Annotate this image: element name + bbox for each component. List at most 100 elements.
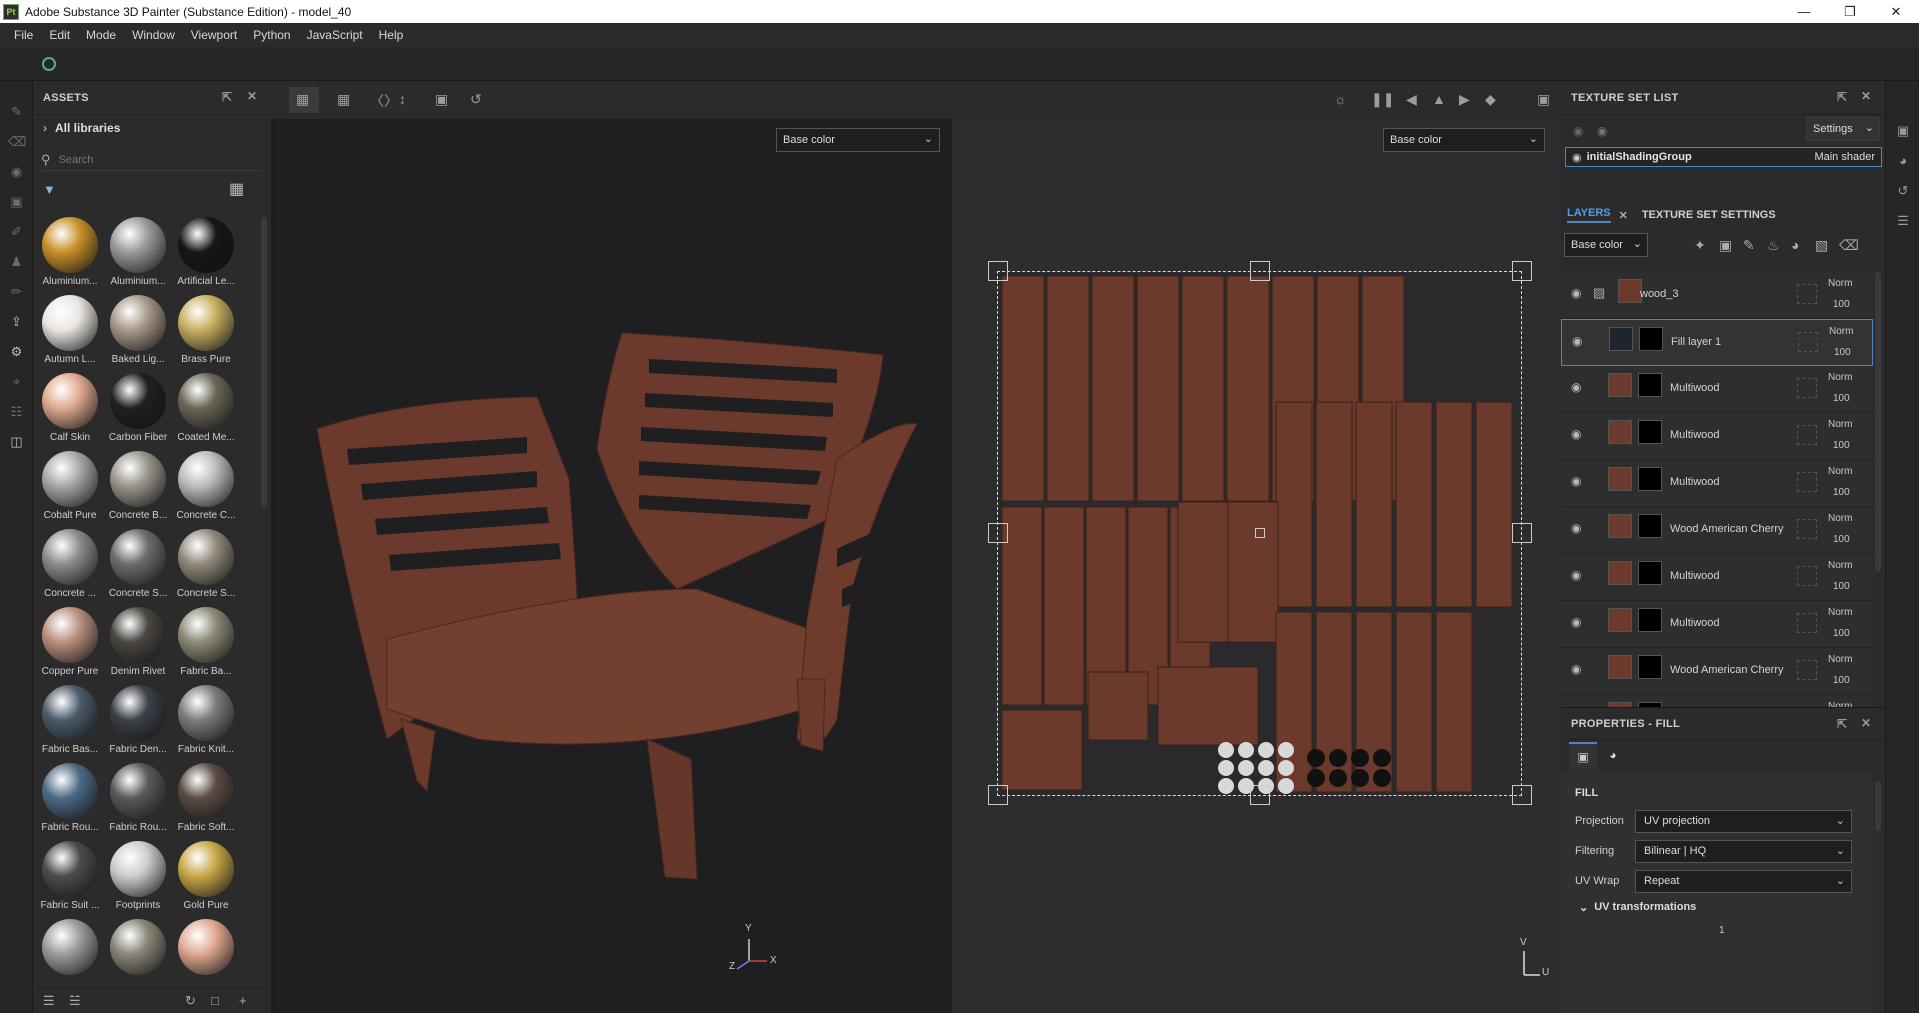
material-thumbnail[interactable]: Aluminium... [106, 217, 170, 293]
opacity-value[interactable]: 100 [1833, 299, 1850, 310]
blend-mode-select[interactable]: Norm [1828, 372, 1852, 383]
list-view-icon[interactable]: ☰ [43, 993, 55, 1009]
frame-icon[interactable]: ▣ [435, 91, 448, 108]
material-thumbnail[interactable]: Fabric Knit... [174, 685, 238, 761]
menu-file[interactable]: File [6, 28, 41, 42]
add-effect-icon[interactable]: ✦ [1694, 237, 1706, 254]
camera-video-icon[interactable]: ▶ [1459, 91, 1470, 108]
shader-name[interactable]: Main shader [1814, 151, 1875, 163]
assets-scrollbar[interactable] [261, 217, 267, 507]
material-thumbnail[interactable]: Concrete C... [174, 451, 238, 527]
add-folder-icon[interactable]: ▧ [1815, 237, 1828, 254]
mask-thumbnail[interactable] [1638, 561, 1662, 585]
blend-mode-select[interactable]: Norm [1829, 326, 1853, 337]
layer-row[interactable]: ◉ Wood American Cherry Norm 100 [1561, 507, 1873, 554]
layer-row[interactable]: ◉ Multiwood Norm 100 [1561, 413, 1873, 460]
tsl-settings-button[interactable]: Settings ⌄ [1806, 117, 1880, 141]
visibility-icon[interactable]: ◉ [1597, 124, 1607, 138]
opacity-value[interactable]: 100 [1833, 487, 1850, 498]
menu-javascript[interactable]: JavaScript [299, 28, 371, 42]
material-thumbnail[interactable]: Calf Skin [38, 373, 102, 449]
history-icon[interactable]: ↺ [1895, 183, 1911, 199]
grid-mode-icon[interactable]: ▦ [337, 91, 350, 108]
opacity-value[interactable]: 100 [1834, 347, 1851, 358]
menu-help[interactable]: Help [371, 28, 412, 42]
material-thumbnail[interactable] [174, 919, 238, 977]
eye-icon[interactable]: ◉ [1571, 286, 1581, 300]
mirror-y-icon[interactable]: ↕ [399, 91, 406, 107]
layer-row[interactable]: ◉ Multiwood Norm 100 [1561, 554, 1873, 601]
scale-value[interactable]: 1 [1719, 925, 1725, 936]
material-thumbnail[interactable]: Aluminium... [38, 217, 102, 293]
layer-row[interactable]: ◉ Multiwood Norm 100 [1561, 460, 1873, 507]
material-thumbnail[interactable]: Concrete ... [38, 529, 102, 605]
eye-icon[interactable]: ◉ [1572, 151, 1582, 164]
transform-center[interactable] [1255, 528, 1265, 538]
material-thumbnail[interactable]: Copper Pure [38, 607, 102, 683]
projection-icon[interactable]: ◉ [8, 163, 25, 180]
blend-mode-select[interactable]: Norm [1828, 513, 1852, 524]
cube-icon[interactable]: ▲ [1432, 91, 1446, 107]
blend-mode-select[interactable]: Norm [1828, 654, 1852, 665]
eye-icon[interactable]: ◉ [1571, 615, 1581, 629]
tab-layers[interactable]: LAYERS [1567, 207, 1611, 223]
geometry-mask-icon[interactable]: ▣ [8, 193, 25, 210]
delete-layer-icon[interactable]: ⌫ [1839, 237, 1859, 254]
layer-channel-select[interactable]: Base color ⌄ [1564, 233, 1648, 257]
material-thumbnail[interactable]: Cobalt Pure [38, 451, 102, 527]
refresh-icon[interactable]: ↻ [185, 993, 196, 1009]
paint-brush-icon[interactable]: ✎ [8, 103, 25, 120]
export-icon[interactable]: ⇪ [8, 313, 25, 330]
tab-texture-set-settings[interactable]: TEXTURE SET SETTINGS [1642, 209, 1776, 221]
mask-thumbnail[interactable] [1638, 608, 1662, 632]
close-panel-icon[interactable]: ✕ [1861, 716, 1871, 730]
asset-search[interactable]: ⚲ [41, 149, 261, 171]
opacity-value[interactable]: 100 [1833, 534, 1850, 545]
eye-icon[interactable]: ◉ [1571, 427, 1581, 441]
transform-handle[interactable] [1512, 523, 1532, 543]
eye-icon[interactable]: ◉ [1571, 521, 1581, 535]
material-thumbnail[interactable]: Concrete B... [106, 451, 170, 527]
mask-thumbnail[interactable] [1638, 373, 1662, 397]
add-fill-layer-icon[interactable]: ♨ [1767, 237, 1780, 254]
undock-icon[interactable]: ⇱ [222, 90, 232, 104]
layer-row[interactable]: ◉ Fill layer 1 Norm 100 [1561, 319, 1873, 366]
close-icon[interactable]: ✕ [1873, 0, 1919, 23]
visibility-off-icon[interactable]: ◉ [1573, 124, 1583, 138]
opacity-value[interactable]: 100 [1833, 393, 1850, 404]
eye-icon[interactable]: ◉ [1571, 662, 1581, 676]
mask-thumbnail[interactable] [1638, 655, 1662, 679]
hide-icon[interactable]: ☼ [1334, 91, 1347, 107]
transform-handle[interactable] [988, 261, 1008, 281]
undock-icon[interactable]: ⇱ [1837, 90, 1847, 104]
screenshot-icon[interactable]: ◫ [8, 433, 25, 450]
transform-handle[interactable] [1512, 261, 1532, 281]
mask-thumbnail[interactable] [1638, 514, 1662, 538]
material-thumbnail[interactable]: Fabric Rou... [38, 763, 102, 839]
blend-mode-select[interactable]: Norm [1828, 278, 1852, 289]
transform-handle[interactable] [1512, 785, 1532, 805]
blend-mode-select[interactable]: Norm [1828, 466, 1852, 477]
sync-icon[interactable] [42, 57, 56, 71]
pause-icon[interactable]: ❚❚ [1371, 91, 1394, 108]
filtering-select[interactable]: Bilinear | HQ ⌄ [1635, 839, 1852, 863]
smudge-icon[interactable]: ✐ [8, 223, 25, 240]
material-thumbnail[interactable]: Carbon Fiber [106, 373, 170, 449]
menu-python[interactable]: Python [245, 28, 298, 42]
minimize-icon[interactable]: — [1781, 0, 1827, 23]
eye-icon[interactable]: ◉ [1572, 334, 1582, 348]
display-icon[interactable]: ◀ [1406, 91, 1417, 108]
material-tab-icon[interactable]: ◕ [1599, 742, 1627, 770]
bake-icon[interactable]: ☷ [8, 403, 25, 420]
material-thumbnail[interactable]: Fabric Den... [106, 685, 170, 761]
material-thumbnail[interactable]: Fabric Suit ... [38, 841, 102, 917]
eye-icon[interactable]: ◉ [1571, 380, 1581, 394]
texture-set-row[interactable]: ◉ initialShadingGroup Main shader [1565, 147, 1882, 167]
material-thumbnail[interactable]: Fabric Rou... [106, 763, 170, 839]
opacity-value[interactable]: 100 [1833, 628, 1850, 639]
transform-handle[interactable] [988, 785, 1008, 805]
material-thumbnail[interactable]: Fabric Bas... [38, 685, 102, 761]
measure-icon[interactable]: ⌖ [8, 373, 25, 390]
blend-mode-select[interactable]: Norm [1828, 419, 1852, 430]
library-selector[interactable]: › All libraries [43, 121, 120, 135]
